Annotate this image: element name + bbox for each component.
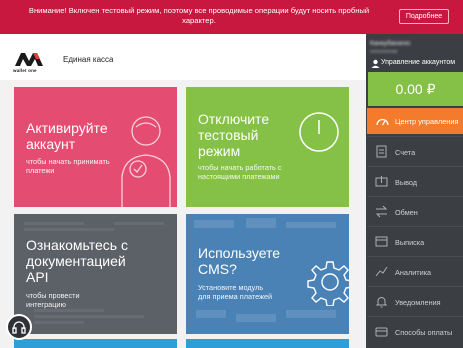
tile-title: CMS? — [198, 261, 237, 277]
nav-item-withdraw[interactable]: Вывод — [367, 166, 463, 196]
nav-label: Счета — [395, 148, 416, 157]
nav-item-statement[interactable]: Выписка — [367, 226, 463, 256]
tile-title: Активируйте — [26, 120, 108, 136]
tile-title: аккаунт — [26, 136, 76, 152]
api-docs-tile[interactable]: Ознакомьтесь с документацией API чтобы п… — [14, 214, 177, 334]
exchange-icon — [375, 205, 388, 218]
page-title: Единая касса — [63, 55, 114, 64]
nav-label: Выписка — [395, 238, 425, 247]
tile-title: API — [26, 269, 49, 285]
tile-title: Используете — [198, 245, 281, 261]
user-check-icon — [121, 116, 171, 207]
gear-icon — [307, 261, 349, 306]
tile-title: тестовый — [198, 127, 259, 143]
nav-label: Уведомления — [395, 298, 441, 307]
tile-subtitle: для приема платежей — [198, 292, 273, 301]
balance-display: 0.00 ₽ — [368, 72, 463, 106]
nav-item-exchange[interactable]: Обмен — [367, 196, 463, 226]
disable-test-mode-tile[interactable]: Отключите тестовый режим чтобы начать ра… — [186, 87, 349, 207]
cms-modules-tile[interactable]: Используете CMS? Установите модуль для п… — [186, 214, 349, 334]
nav-label: Аналитика — [395, 268, 432, 277]
dashboard-icon — [376, 118, 389, 126]
next-tile-strip — [186, 339, 349, 348]
account-subtitle: пополнение — [370, 49, 398, 55]
nav-label: Центр управления — [395, 117, 459, 126]
test-mode-banner: Внимание! Включен тестовый режим, поэтом… — [0, 0, 463, 34]
activate-account-tile[interactable]: Активируйте аккаунт чтобы начать принима… — [14, 87, 177, 207]
power-icon — [299, 112, 339, 152]
tile-subtitle: интеграцию — [26, 300, 66, 309]
tile-title: Отключите — [198, 111, 270, 127]
payment-icon — [375, 327, 388, 337]
analytics-icon — [375, 266, 388, 277]
tile-title: документацией — [26, 253, 126, 269]
manage-account-link[interactable]: Управление аккаунтом — [369, 58, 463, 70]
more-info-button[interactable]: Подробнее — [399, 9, 449, 24]
invoice-icon — [376, 145, 387, 158]
header — [0, 34, 366, 80]
user-icon — [371, 59, 380, 68]
logo-wordmark: wallet one — [13, 68, 37, 73]
nav-label: Вывод — [395, 178, 418, 187]
banner-message: Внимание! Включен тестовый режим, поэтом… — [28, 6, 370, 25]
withdraw-icon — [375, 176, 388, 187]
tile-subtitle: платежи — [26, 166, 55, 175]
manage-account-label: Управление аккаунтом — [381, 59, 456, 66]
nav-item-payment-methods[interactable]: Способы оплаты — [367, 316, 463, 348]
tile-subtitle: настоящими платежами — [198, 172, 280, 181]
nav-control-center[interactable]: Центр управления — [367, 108, 463, 134]
account-name: Канкубанагес — [370, 40, 411, 47]
statement-icon — [375, 236, 388, 247]
support-chat-button[interactable] — [6, 314, 32, 340]
nav-item-notifications[interactable]: Уведомления — [367, 286, 463, 316]
tile-title: Ознакомьтесь с — [26, 237, 128, 253]
headset-icon — [12, 321, 26, 334]
nav-item-invoices[interactable]: Счета — [367, 136, 463, 166]
tile-title: режим — [198, 143, 241, 159]
nav-label: Способы оплаты — [395, 328, 453, 337]
nav-item-analytics[interactable]: Аналитика — [367, 256, 463, 286]
next-tile-strip — [14, 339, 177, 348]
nav-label: Обмен — [395, 208, 418, 217]
bell-icon — [375, 297, 388, 308]
